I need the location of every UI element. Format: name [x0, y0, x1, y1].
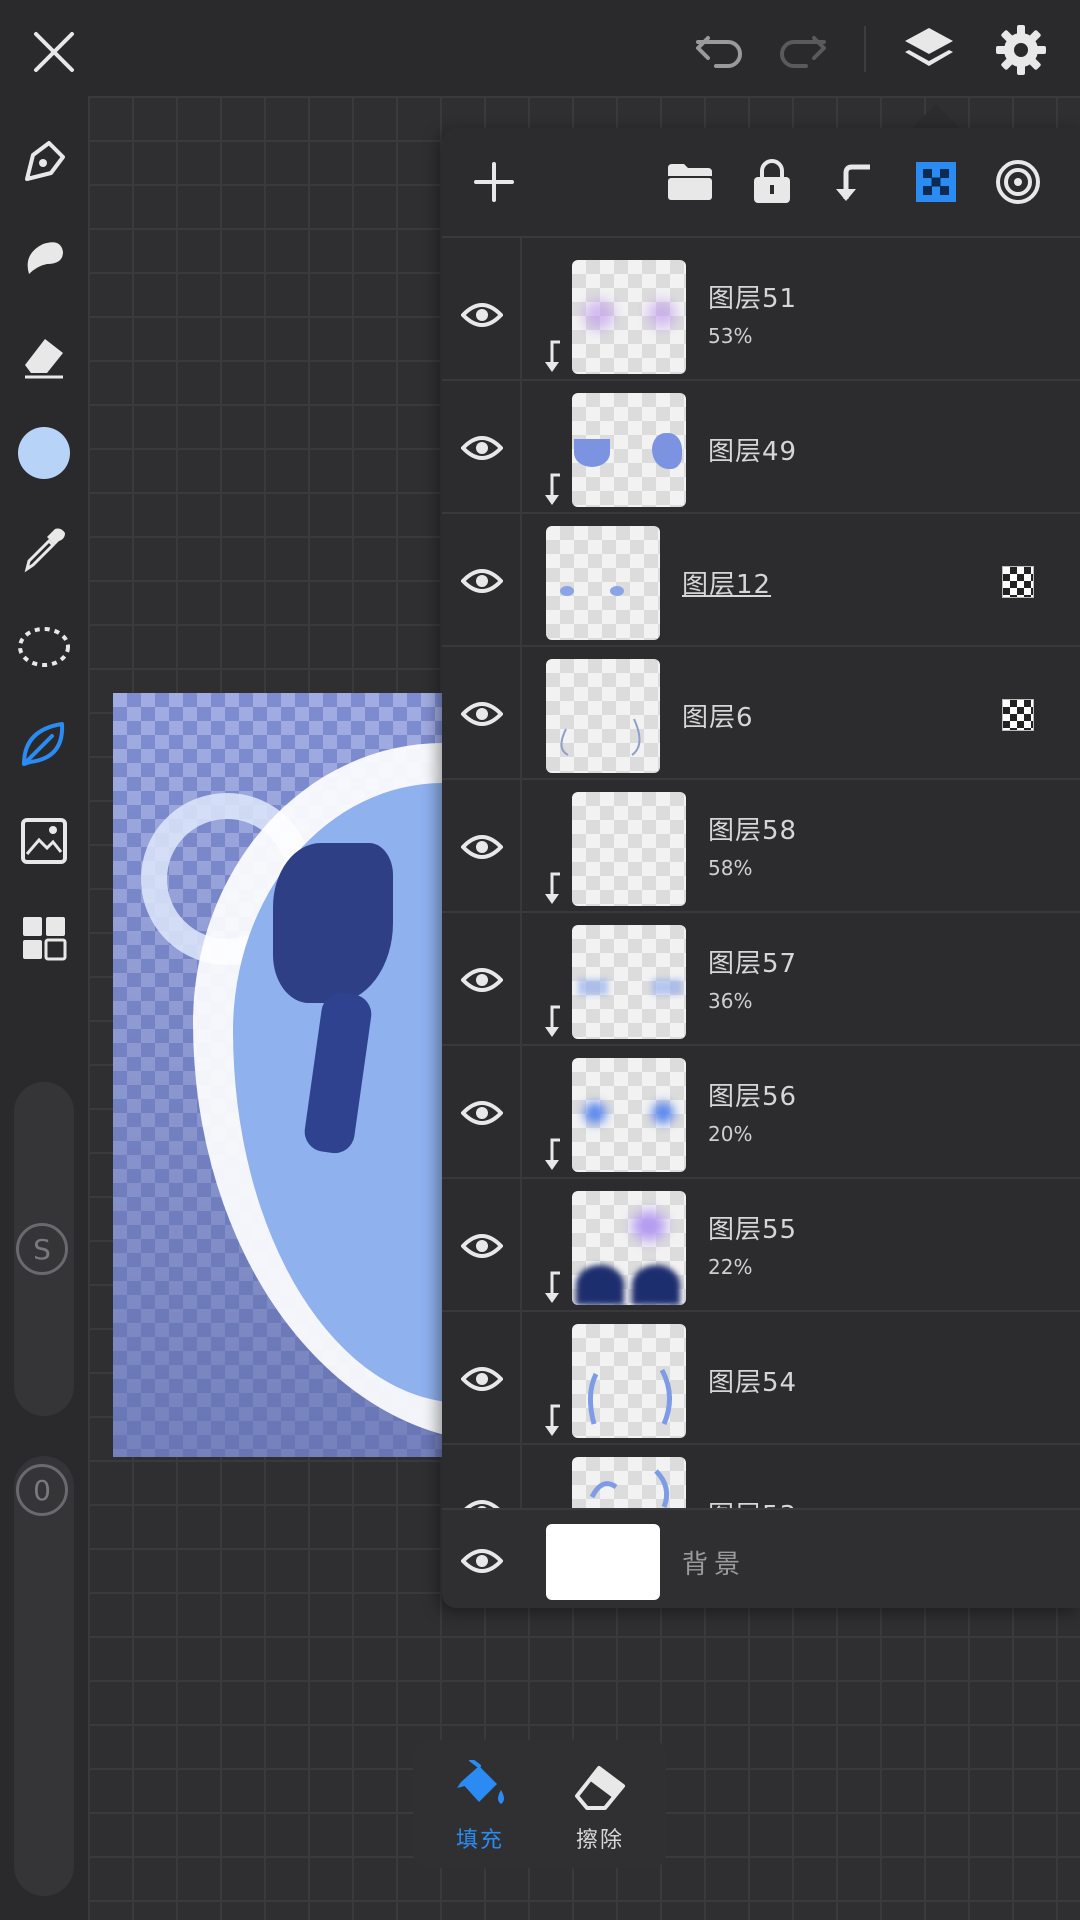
- layer-thumbnail: [572, 260, 686, 374]
- layer-row[interactable]: 图层55 22%: [442, 1179, 1080, 1312]
- layer-opacity: 36%: [708, 989, 753, 1013]
- left-toolbar: S 0: [0, 96, 88, 1920]
- eye-icon[interactable]: [456, 1221, 508, 1271]
- redo-icon[interactable]: [772, 22, 832, 78]
- eye-icon[interactable]: [456, 689, 508, 739]
- eye-icon[interactable]: [456, 1536, 508, 1586]
- layer-row[interactable]: 图层6: [442, 647, 1080, 780]
- folder-icon[interactable]: [662, 154, 718, 210]
- eye-icon[interactable]: [456, 955, 508, 1005]
- layer-row[interactable]: 图层53: [442, 1445, 1080, 1508]
- layer-thumbnail: [572, 1457, 686, 1508]
- layer-thumbnail: [572, 792, 686, 906]
- alpha-lock-badge: [1002, 699, 1034, 731]
- artwork-bow: [273, 843, 393, 1003]
- layers-toolbar: [442, 128, 1080, 238]
- gear-icon[interactable]: [990, 20, 1052, 80]
- eye-icon[interactable]: [456, 822, 508, 872]
- erase-fill-icon: [575, 1766, 625, 1810]
- eye-icon[interactable]: [456, 556, 508, 606]
- clip-mask-icon[interactable]: [826, 154, 882, 210]
- layer-name: 图层56: [708, 1082, 798, 1112]
- clip-arrow-icon: [545, 1404, 560, 1436]
- layer-thumbnail: [572, 1191, 686, 1305]
- brush-size-slider[interactable]: S: [14, 1082, 74, 1416]
- background-layer-name: 背景: [682, 1550, 747, 1580]
- gallery-grid-icon[interactable]: [14, 908, 74, 968]
- smudge-icon[interactable]: [14, 229, 74, 289]
- lock-icon[interactable]: [744, 154, 800, 210]
- top-bar: [0, 0, 1080, 96]
- layer-name: 图层57: [708, 949, 798, 979]
- fill-button[interactable]: 填充: [425, 1758, 535, 1858]
- eye-icon[interactable]: [456, 1354, 508, 1404]
- color-swatch[interactable]: [14, 423, 74, 483]
- layer-opacity: 20%: [708, 1122, 753, 1146]
- clip-arrow-icon: [545, 1005, 560, 1037]
- layer-name: 图层51: [708, 284, 798, 314]
- layer-thumbnail: [572, 393, 686, 507]
- layer-name: 图层12: [682, 570, 772, 600]
- layer-row[interactable]: 图层56 20%: [442, 1046, 1080, 1179]
- brush-size-label: S: [33, 1232, 51, 1266]
- layer-thumbnail: [546, 526, 660, 640]
- import-image-icon[interactable]: [14, 811, 74, 871]
- layer-opacity: 58%: [708, 856, 753, 880]
- layer-row[interactable]: 图层57 36%: [442, 913, 1080, 1046]
- eye-icon[interactable]: [456, 1487, 508, 1508]
- close-icon[interactable]: [26, 24, 82, 80]
- fill-label: 填充: [455, 1828, 504, 1853]
- panel-caret: [912, 104, 960, 128]
- clip-arrow-icon: [545, 872, 560, 904]
- lasso-select-icon[interactable]: [14, 617, 74, 677]
- layer-opacity: 53%: [708, 324, 753, 348]
- undo-icon[interactable]: [690, 22, 750, 78]
- layer-opacity: 22%: [708, 1255, 753, 1279]
- blend-mode-icon[interactable]: [990, 154, 1046, 210]
- clip-arrow-icon: [545, 473, 560, 505]
- layer-thumbnail: [546, 659, 660, 773]
- topbar-divider: [864, 26, 866, 72]
- eye-icon[interactable]: [456, 1088, 508, 1138]
- opacity-label: 0: [33, 1473, 51, 1507]
- paint-bucket-icon: [457, 1760, 504, 1804]
- layer-row[interactable]: 图层49: [442, 381, 1080, 514]
- layer-name: 图层58: [708, 816, 798, 846]
- background-thumbnail: [546, 1524, 660, 1600]
- add-layer-icon[interactable]: [466, 154, 522, 210]
- layers-list[interactable]: 图层51 53% 图层49 图层12 图层6 图层58 58% 图层57 36%…: [442, 238, 1080, 1508]
- clip-arrow-icon: [545, 1138, 560, 1170]
- alpha-lock-badge: [1002, 566, 1034, 598]
- erase-label: 擦除: [575, 1828, 624, 1853]
- layer-thumbnail: [572, 925, 686, 1039]
- alpha-lock-icon[interactable]: [908, 154, 964, 210]
- opacity-slider[interactable]: 0: [14, 1456, 74, 1896]
- eraser-icon[interactable]: [14, 326, 74, 386]
- eye-icon[interactable]: [456, 290, 508, 340]
- opacity-knob[interactable]: 0: [16, 1464, 68, 1516]
- brush-size-knob[interactable]: S: [16, 1223, 68, 1275]
- layer-name: 图层55: [708, 1215, 798, 1245]
- layer-thumbnail: [572, 1324, 686, 1438]
- layer-row-selected[interactable]: 图层12: [442, 514, 1080, 647]
- clip-arrow-icon: [545, 340, 560, 372]
- eye-icon[interactable]: [456, 423, 508, 473]
- layer-row[interactable]: 图层54: [442, 1312, 1080, 1445]
- layer-name: 图层53: [708, 1495, 797, 1508]
- layer-row[interactable]: 图层51 53%: [442, 248, 1080, 381]
- eyedropper-icon[interactable]: [14, 520, 74, 580]
- layer-name: 图层49: [708, 437, 798, 467]
- fill-leaf-icon[interactable]: [14, 714, 74, 774]
- layer-thumbnail: [572, 1058, 686, 1172]
- erase-button[interactable]: 擦除: [545, 1758, 655, 1858]
- clip-arrow-icon: [545, 1271, 560, 1303]
- layers-icon[interactable]: [898, 20, 960, 80]
- fill-tool-options: 填充 擦除: [413, 1740, 666, 1868]
- layer-name: 图层54: [708, 1368, 798, 1398]
- layers-panel: 图层51 53% 图层49 图层12 图层6 图层58 58% 图层57 36%…: [442, 128, 1080, 1608]
- layer-name: 图层6: [682, 703, 754, 733]
- background-layer-row[interactable]: 背景: [442, 1508, 1080, 1608]
- pen-icon[interactable]: [14, 132, 74, 192]
- layer-row[interactable]: 图层58 58%: [442, 780, 1080, 913]
